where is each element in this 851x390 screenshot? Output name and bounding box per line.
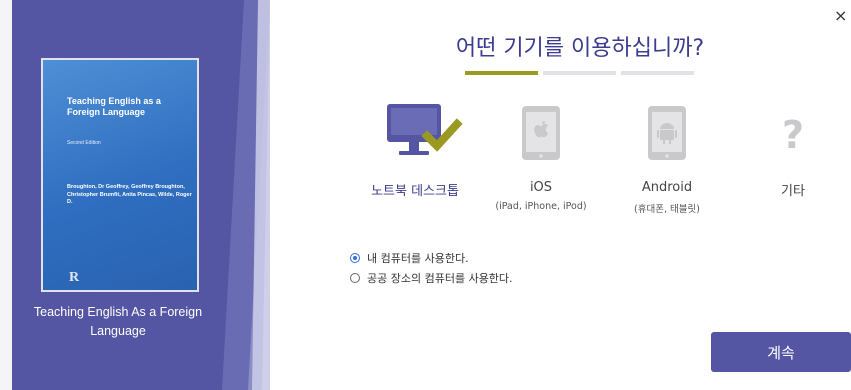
progress-step-2 (543, 71, 616, 75)
question-icon: ? (733, 102, 851, 164)
device-label-desktop: 노트북 데스크톱 (371, 184, 459, 199)
device-sub-ios: (iPad, iPhone, iPod) (495, 201, 587, 212)
device-option-desktop[interactable]: 노트북 데스크톱 (355, 102, 475, 199)
android-tablet-icon (607, 102, 727, 164)
book-title-caption: Teaching English As a Foreign Language (33, 305, 203, 338)
device-option-android[interactable]: Android (휴대폰, 태블릿) (607, 102, 727, 215)
device-sub-android: (휴대폰, 태블릿) (634, 204, 700, 215)
book-panel: Teaching English as a Foreign Language S… (12, 0, 270, 390)
book-cover-authors: Broughton, Dr Geoffrey, Geoffrey Brought… (67, 184, 192, 205)
radio-label-public-computer: 공공 장소의 컴퓨터를 사용한다. (367, 272, 513, 285)
radio-label-own-computer: 내 컴퓨터를 사용한다. (367, 252, 469, 265)
device-label-android: Android (641, 180, 693, 195)
book-cover-edition: Second Edition (67, 140, 101, 146)
continue-button[interactable]: 계속 (711, 332, 851, 372)
progress-step-1 (465, 71, 538, 75)
progress-step-3 (621, 71, 694, 75)
radio-button-checked[interactable] (350, 253, 360, 263)
device-label-other: 기타 (781, 184, 805, 199)
close-icon[interactable]: × (834, 6, 847, 25)
apple-tablet-icon (481, 102, 601, 164)
device-option-other[interactable]: ? 기타 (733, 102, 851, 199)
publisher-logo: R (69, 270, 80, 285)
device-label-ios: iOS (529, 180, 553, 195)
device-option-ios[interactable]: iOS (iPad, iPhone, iPod) (481, 102, 601, 212)
radio-button-unchecked[interactable] (350, 273, 360, 283)
book-cover: Teaching English as a Foreign Language S… (41, 58, 199, 292)
svg-text:?: ? (782, 113, 804, 157)
book-cover-title: Teaching English as a Foreign Language (67, 96, 161, 117)
radio-own-computer[interactable]: 내 컴퓨터를 사용한다. (350, 248, 513, 268)
dialog-title: 어떤 기기를 이용하십니까? (455, 36, 705, 61)
radio-public-computer[interactable]: 공공 장소의 컴퓨터를 사용한다. (350, 268, 513, 288)
computer-location-options: 내 컴퓨터를 사용한다. 공공 장소의 컴퓨터를 사용한다. (350, 248, 513, 288)
desktop-check-icon (355, 102, 475, 164)
